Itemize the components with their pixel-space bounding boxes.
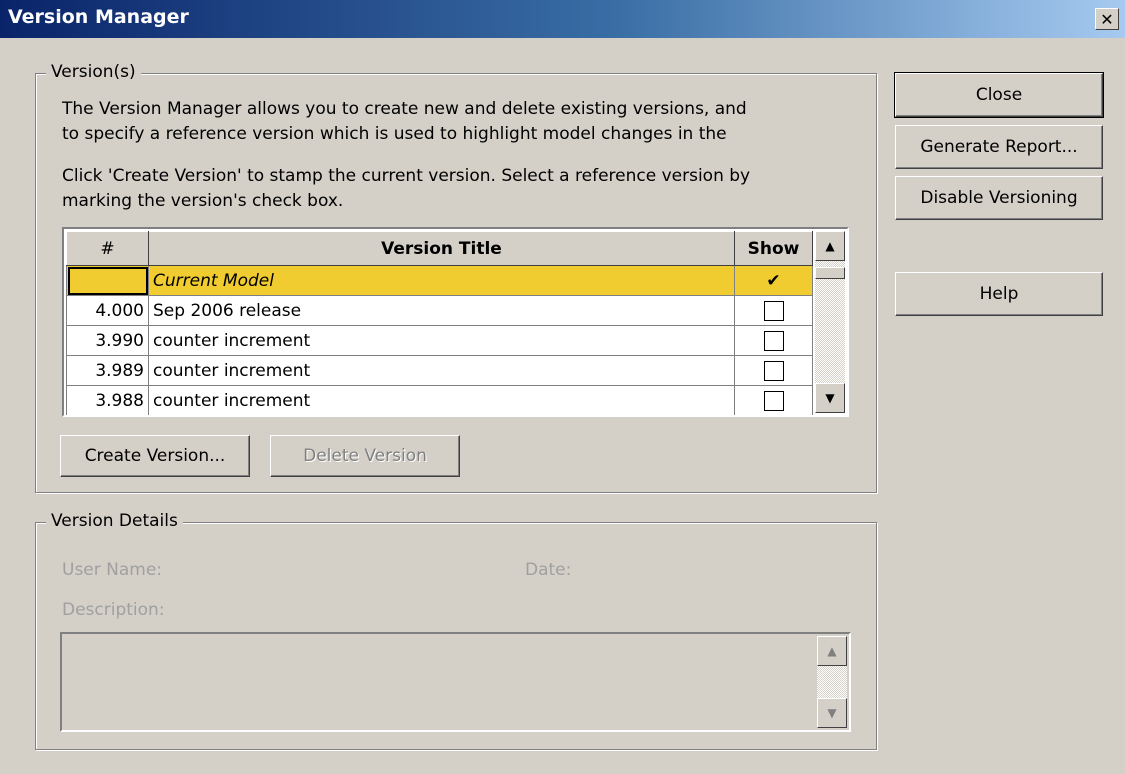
row-num[interactable]: 4.000 (66, 295, 149, 326)
table-scrollbar[interactable]: ▲ ▼ (815, 231, 845, 413)
row-num[interactable]: 3.989 (66, 355, 149, 386)
description-label: Description: (62, 600, 165, 620)
user-name-label: User Name: (62, 560, 163, 580)
help-button[interactable]: Help (895, 272, 1103, 316)
scroll-thumb[interactable] (815, 267, 845, 279)
close-window-button[interactable]: ✕ (1095, 8, 1119, 30)
row-title[interactable]: counter increment (148, 355, 735, 386)
arrow-up-icon: ▲ (827, 644, 837, 658)
table-row[interactable]: 4.000 Sep 2006 release (66, 295, 813, 326)
date-label: Date: (525, 560, 572, 580)
arrow-down-icon: ▼ (825, 391, 835, 405)
row-title[interactable]: counter increment (148, 325, 735, 356)
desc-scroll-up-button[interactable]: ▲ (817, 636, 847, 666)
intro-line-2: to specify a reference version which is … (62, 124, 727, 144)
description-scrollbar[interactable]: ▲ ▼ (817, 636, 847, 728)
show-checkbox[interactable] (763, 330, 784, 351)
generate-report-button[interactable]: Generate Report... (895, 125, 1103, 169)
row-title[interactable]: Current Model (148, 265, 735, 296)
column-header-show[interactable]: Show (734, 231, 813, 266)
hint-line-1: Click 'Create Version' to stamp the curr… (62, 166, 751, 186)
intro-line-1: The Version Manager allows you to create… (62, 99, 747, 119)
show-check-icon[interactable]: ✔ (734, 265, 813, 296)
description-field[interactable]: ▲ ▼ (60, 632, 851, 732)
table-header-row: # Version Title Show (66, 231, 813, 266)
delete-version-button[interactable]: Delete Version (270, 435, 460, 477)
title-bar: Version Manager ✕ (0, 0, 1125, 38)
table-row[interactable]: 3.990 counter increment (66, 325, 813, 356)
close-button[interactable]: Close (894, 72, 1104, 118)
arrow-up-icon: ▲ (825, 239, 835, 253)
close-icon: ✕ (1100, 9, 1114, 29)
row-title[interactable]: Sep 2006 release (148, 295, 735, 326)
column-header-title[interactable]: Version Title (148, 231, 735, 266)
row-num[interactable]: 3.988 (66, 385, 149, 415)
row-title[interactable]: counter increment (148, 385, 735, 415)
table-row[interactable]: 3.988 counter increment (66, 385, 813, 415)
create-version-button[interactable]: Create Version... (60, 435, 250, 477)
desc-scroll-down-button[interactable]: ▼ (817, 698, 847, 728)
hint-line-2: marking the version's check box. (62, 191, 344, 211)
scroll-down-button[interactable]: ▼ (815, 383, 845, 413)
show-checkbox[interactable] (763, 300, 784, 321)
show-checkbox[interactable] (763, 390, 784, 411)
table-row-current[interactable]: Current Model ✔ (66, 265, 813, 296)
column-header-num[interactable]: # (66, 231, 149, 266)
arrow-down-icon: ▼ (827, 706, 837, 720)
row-num[interactable] (66, 265, 149, 296)
version-details-legend: Version Details (46, 511, 183, 531)
window-title: Version Manager (8, 6, 189, 28)
show-checkbox[interactable] (763, 360, 784, 381)
versions-legend: Version(s) (46, 62, 141, 82)
row-num[interactable]: 3.990 (66, 325, 149, 356)
versions-table[interactable]: # Version Title Show Current Model ✔ 4.0… (62, 227, 849, 417)
scroll-up-button[interactable]: ▲ (815, 231, 845, 261)
table-row[interactable]: 3.989 counter increment (66, 355, 813, 386)
disable-versioning-button[interactable]: Disable Versioning (895, 176, 1103, 220)
